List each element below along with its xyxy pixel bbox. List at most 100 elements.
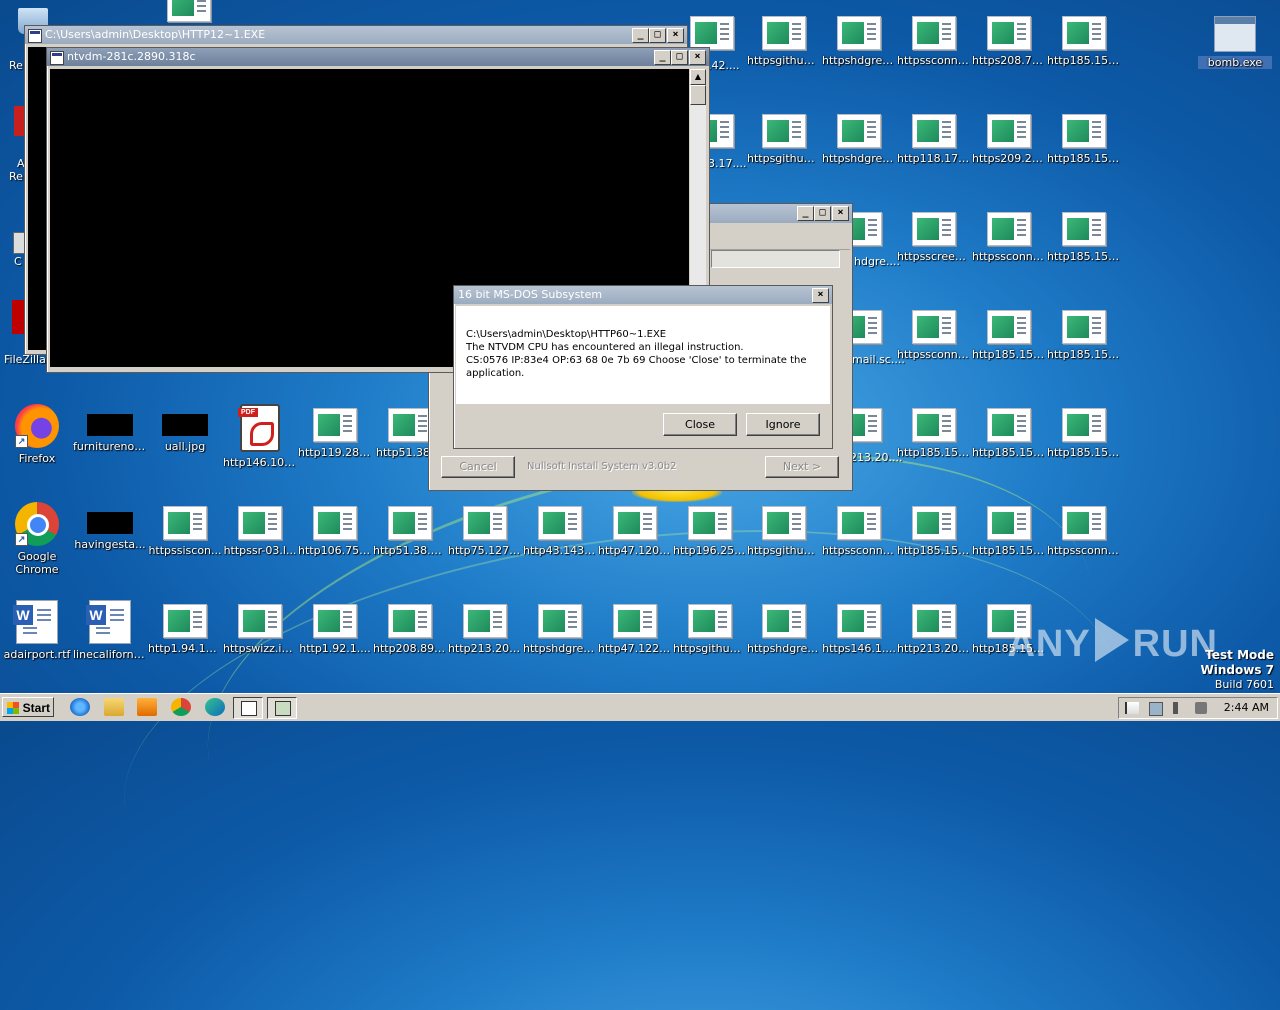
desktop-icon[interactable]: http47.120.... [598,498,672,590]
desktop-icon[interactable]: httpshdgree.... [822,106,896,198]
desktop-icon[interactable]: http75.127.... [448,498,522,590]
desktop-icon[interactable]: httpssconne... [1047,498,1121,590]
desktop-icon[interactable]: http185.15.... [1047,106,1121,198]
desktop-icon[interactable]: http185.15.... [1047,8,1121,100]
desktop-icon[interactable]: http106.75.... [298,498,372,590]
desktop-icon-label: http118.17.... [897,152,971,165]
minimize-button[interactable]: _ [797,206,814,221]
cancel-button[interactable]: Cancel [441,456,515,478]
maximize-button[interactable]: □ [649,28,666,43]
desktop-icon[interactable]: http51.38.1... [373,498,447,590]
edge-icon[interactable] [205,698,225,716]
desktop-icon[interactable]: httpsgithub.... [747,498,821,590]
desktop-icon[interactable]: http1.92.1.... [298,596,372,688]
shortcut-arrow-icon: ↗ [15,533,28,546]
document-icon [912,114,956,148]
desktop-icon[interactable]: httpsscreen.... [897,204,971,296]
minimize-button[interactable]: _ [632,28,649,43]
window-titlebar[interactable]: C:\Users\admin\Desktop\HTTP12~1.EXE _ □ … [25,26,687,44]
desktop-icon[interactable]: http213.20.... [448,596,522,688]
error-dialog[interactable]: 16 bit MS-DOS Subsystem × C:\Users\admin… [453,285,833,449]
desktop-icon[interactable]: httpswizz.in.... [223,596,297,688]
taskbar-installer-task[interactable] [267,697,297,719]
taskbar-clock[interactable]: 2:44 AM [1224,701,1269,714]
action-center-flag-icon[interactable] [1125,702,1139,714]
desktop-icon[interactable]: http146.10.... [223,400,297,492]
desktop-icon[interactable]: httpssiscon... [148,498,222,590]
desktop-icon[interactable]: http196.25.... [673,498,747,590]
network-icon[interactable] [1149,702,1163,716]
filezilla-icon[interactable] [12,300,24,334]
desktop-icon[interactable]: http185.15.... [1047,302,1121,394]
dialog-titlebar[interactable]: 16 bit MS-DOS Subsystem × [454,286,832,304]
desktop-icon[interactable]: http43.143.... [523,498,597,590]
desktop-icon[interactable]: bomb.exe [1198,8,1272,100]
test-mode-line3: Build 7601 [1214,678,1274,691]
next-button[interactable]: Next > [765,456,839,478]
minimize-button[interactable]: _ [654,50,671,65]
desktop-icon-label: httpssconne.... [972,250,1046,263]
desktop-icon[interactable]: http185.15.... [972,498,1046,590]
shortcut-arrow-icon: ↗ [15,435,28,448]
desktop-icon[interactable]: http208.89.... [373,596,447,688]
desktop-icon-label: http1.92.1.... [299,642,371,655]
desktop-icon[interactable]: httpshdgree.... [747,596,821,688]
start-button[interactable]: Start [2,697,54,717]
desktop-icon[interactable]: httpssr-03.l... [223,498,297,590]
desktop-icon-partial[interactable] [164,0,214,26]
desktop-icon[interactable]: httpssconne.... [897,302,971,394]
media-player-icon[interactable] [137,698,157,716]
close-button[interactable]: × [689,50,706,65]
test-mode-line2: Windows 7 [1200,663,1274,677]
desktop-icon[interactable]: ↗ Google Chrome [0,498,74,590]
scroll-thumb[interactable] [690,85,706,105]
desktop-icon[interactable]: http185.15.... [1047,204,1121,296]
desktop-icon[interactable]: httpssconne.... [972,204,1046,296]
file-explorer-icon[interactable] [104,698,124,716]
maximize-button[interactable]: □ [814,206,831,221]
scroll-up-arrow-icon[interactable]: ▲ [690,69,706,85]
desktop-icon[interactable]: http185.15.... [897,498,971,590]
desktop-icon[interactable]: http185.15.... [897,400,971,492]
desktop-icon[interactable]: http1.94.16.... [148,596,222,688]
desktop-icon[interactable]: linecalifornia... [73,596,147,688]
pdf-icon [238,404,280,452]
desktop-icon[interactable]: adairport.rtf [0,596,74,688]
volume-icon[interactable] [1173,702,1185,714]
close-dialog-button[interactable]: Close [663,413,737,436]
desktop-icon[interactable]: uall.jpg [148,400,222,492]
desktop-icon[interactable]: http119.28.... [298,400,372,492]
taskbar-console-task[interactable] [233,697,263,719]
window-titlebar[interactable]: ntvdm-281c.2890.318c _ □ × [47,48,709,66]
ignore-button[interactable]: Ignore [746,413,820,436]
desktop-icon[interactable]: ↗ Firefox [0,400,74,492]
desktop-icon[interactable]: havingesta... [73,498,147,590]
close-button[interactable]: × [812,288,829,303]
desktop-icon[interactable]: http213.20.... [897,596,971,688]
desktop-icon[interactable]: httpshdgre.... [523,596,597,688]
desktop-icon[interactable]: httpssconne.... [822,498,896,590]
desktop-icon[interactable]: http47.122.... [598,596,672,688]
desktop-icon[interactable]: http185.15.... [972,302,1046,394]
console-output[interactable] [28,47,46,350]
desktop-icon[interactable]: httpshdgree.... [822,8,896,100]
desktop-icon[interactable]: http185.15.... [972,400,1046,492]
desktop-icon-label: http47.120.... [598,544,672,557]
close-button[interactable]: × [832,206,849,221]
desktop-icon[interactable]: furniturenok... [73,400,147,492]
desktop-icon[interactable]: httpssconne.... [897,8,971,100]
desktop-icon[interactable]: httpsgithub.... [747,8,821,100]
desktop-icon[interactable]: https146.1.... [822,596,896,688]
internet-explorer-icon[interactable] [70,698,90,716]
close-button[interactable]: × [667,28,684,43]
desktop-icon[interactable]: http185.15.... [1047,400,1121,492]
desktop-icon[interactable]: httpsgithub.... [747,106,821,198]
desktop-icon-label: http185.15.... [972,544,1046,557]
maximize-button[interactable]: □ [671,50,688,65]
desktop-icon[interactable]: https208.71.... [972,8,1046,100]
desktop-icon[interactable]: httpsgithub.... [673,596,747,688]
desktop-icon[interactable]: http118.17.... [897,106,971,198]
desktop-icon[interactable]: https209.24.... [972,106,1046,198]
chrome-taskbar-icon[interactable] [171,698,191,716]
power-icon[interactable] [1195,702,1207,714]
